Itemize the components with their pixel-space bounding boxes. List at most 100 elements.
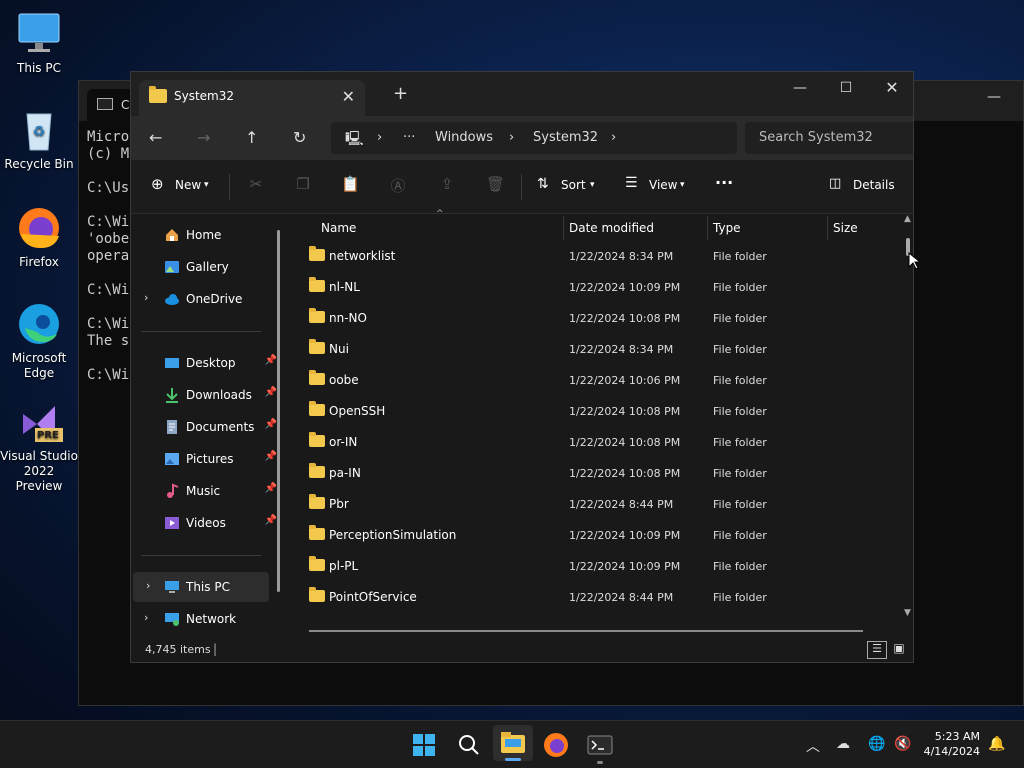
rename-icon[interactable]: Ⓐ (389, 175, 407, 195)
column-divider[interactable] (827, 216, 828, 240)
new-tab-button[interactable]: + (393, 83, 408, 104)
minimize-button[interactable]: — (777, 74, 823, 102)
horizontal-scrollbar[interactable] (309, 630, 863, 632)
sidebar-item-onedrive[interactable]: › OneDrive (131, 284, 281, 314)
table-row[interactable]: pl-PL 1/22/2024 10:09 PM File folder (291, 550, 901, 581)
explorer-tab[interactable]: System32 ✕ (139, 80, 365, 116)
details-button[interactable]: Details (853, 178, 895, 192)
sidebar-item-home[interactable]: Home (131, 220, 281, 250)
search-input[interactable]: Search System32 (745, 122, 913, 154)
start-button[interactable] (410, 731, 438, 759)
copy-icon[interactable]: ❐ (294, 175, 312, 193)
globe-icon[interactable]: 🌐 (868, 736, 885, 752)
sidebar-item-documents[interactable]: Documents 📌 (131, 412, 281, 442)
column-divider[interactable] (707, 216, 708, 240)
maximize-button[interactable]: ☐ (823, 74, 869, 102)
chevron-right-icon[interactable]: › (377, 130, 382, 145)
table-row[interactable]: OpenSSH 1/22/2024 10:08 PM File folder (291, 395, 901, 426)
chevron-right-icon[interactable]: › (144, 291, 148, 304)
column-divider[interactable] (563, 216, 564, 240)
more-options-icon[interactable]: ··· (715, 173, 733, 192)
column-type[interactable]: Type (713, 221, 741, 235)
sidebar-item-videos[interactable]: Videos 📌 (131, 508, 281, 538)
minimize-icon[interactable]: — (987, 89, 1001, 105)
details-view-icon[interactable]: ☰ (867, 641, 887, 659)
cut-icon[interactable]: ✂ (247, 175, 265, 193)
desktop-icon-recycle-bin[interactable]: ♻ Recycle Bin (0, 106, 78, 172)
forward-icon[interactable]: → (197, 128, 210, 147)
file-list[interactable]: Name ^ Date modified Type Size networkli… (291, 209, 913, 634)
pin-icon[interactable]: 📌 (265, 419, 277, 430)
table-row[interactable]: PointOfService 1/22/2024 8:44 PM File fold… (291, 581, 901, 612)
sidebar-label: Network (186, 612, 237, 626)
paste-icon[interactable]: 📋 (341, 175, 360, 193)
table-row[interactable]: pa-IN 1/22/2024 10:08 PM File folder (291, 457, 901, 488)
search-button[interactable] (455, 731, 483, 759)
refresh-icon[interactable]: ↻ (293, 128, 306, 147)
sidebar-item-gallery[interactable]: Gallery (131, 252, 281, 282)
clock[interactable]: 5:23 AM 4/14/2024 (924, 729, 980, 759)
column-date-modified[interactable]: Date modified (569, 221, 654, 235)
delete-icon[interactable]: 🗑 (486, 175, 505, 193)
scroll-up-icon[interactable]: ▲ (904, 214, 911, 224)
more-locations-icon[interactable]: ··· (403, 130, 415, 145)
table-row[interactable]: networklist 1/22/2024 8:34 PM File folder (291, 240, 901, 271)
new-button[interactable]: New (175, 178, 201, 192)
file-explorer-window[interactable]: System32 ✕ + — ☐ ✕ ← → ↑ ↻ 🖳 › ··· Windo… (130, 71, 914, 663)
sidebar-item-downloads[interactable]: Downloads 📌 (131, 380, 281, 410)
sidebar-scrollbar[interactable] (277, 230, 280, 592)
pin-icon[interactable]: 📌 (265, 451, 277, 462)
file-name: oobe (329, 373, 359, 387)
taskbar-terminal[interactable] (586, 731, 614, 764)
share-icon[interactable]: ⇪ (438, 175, 456, 193)
column-size[interactable]: Size (833, 221, 858, 235)
desktop-icon-visual-studio[interactable]: PRE Visual Studio 2022 Preview (0, 398, 78, 494)
tiles-view-icon[interactable]: ▣ (891, 641, 907, 657)
chevron-right-icon[interactable]: › (146, 579, 150, 592)
file-type: File folder (713, 405, 767, 418)
back-icon[interactable]: ← (149, 128, 162, 147)
desktop-icon-edge[interactable]: Microsoft Edge (0, 300, 78, 381)
sidebar-item-desktop[interactable]: Desktop 📌 (131, 348, 281, 378)
vertical-scrollbar[interactable]: ▲ ▼ (903, 214, 913, 624)
table-row[interactable]: nl-NL 1/22/2024 10:09 PM File folder (291, 271, 901, 302)
taskbar-firefox[interactable] (542, 731, 570, 759)
pin-icon[interactable]: 📌 (265, 483, 277, 494)
onedrive-offline-icon[interactable]: ☁ (836, 736, 850, 752)
table-row[interactable]: nn-NO 1/22/2024 10:08 PM File folder (291, 302, 901, 333)
desktop-icon-this-pc[interactable]: This PC (0, 10, 78, 76)
column-name[interactable]: Name (321, 221, 356, 235)
sidebar-item-network[interactable]: › Network (131, 604, 281, 634)
chevron-right-icon[interactable]: › (144, 611, 148, 624)
table-row[interactable]: PerceptionSimulation 1/22/2024 10:09 PM Fi… (291, 519, 901, 550)
navigation-pane[interactable]: Home Gallery › OneDrive Desktop 📌 Downlo… (131, 214, 289, 634)
view-button[interactable]: View (649, 178, 677, 192)
close-tab-icon[interactable]: ✕ (342, 87, 355, 106)
scroll-down-icon[interactable]: ▼ (904, 608, 911, 618)
sort-button[interactable]: Sort (561, 178, 586, 192)
breadcrumb-system32[interactable]: System32 (533, 130, 598, 145)
table-row[interactable]: oobe 1/22/2024 10:06 PM File folder (291, 364, 901, 395)
volume-muted-icon[interactable]: 🔇 (894, 736, 911, 752)
pin-icon[interactable]: 📌 (265, 515, 277, 526)
up-icon[interactable]: ↑ (245, 128, 258, 147)
pin-icon[interactable]: 📌 (265, 387, 277, 398)
sidebar-item-pictures[interactable]: Pictures 📌 (131, 444, 281, 474)
table-row[interactable]: Nui 1/22/2024 8:34 PM File folder (291, 333, 901, 364)
chevron-right-icon[interactable]: › (509, 130, 514, 145)
table-row[interactable]: Pbr 1/22/2024 8:44 PM File folder (291, 488, 901, 519)
file-name: nn-NO (329, 311, 367, 325)
sidebar-item-this-pc[interactable]: › This PC (133, 572, 269, 602)
table-row[interactable]: or-IN 1/22/2024 10:08 PM File folder (291, 426, 901, 457)
notification-bell-icon[interactable]: 🔔 (988, 736, 1005, 752)
taskbar-file-explorer[interactable] (493, 725, 533, 761)
explorer-titlebar[interactable]: System32 ✕ + — ☐ ✕ (131, 72, 913, 116)
pin-icon[interactable]: 📌 (265, 355, 277, 366)
breadcrumb-windows[interactable]: Windows (435, 130, 493, 145)
chevron-right-icon[interactable]: › (611, 130, 616, 145)
address-bar[interactable]: 🖳 › ··· Windows › System32 › (331, 122, 737, 154)
close-button[interactable]: ✕ (869, 74, 913, 102)
chevron-up-icon[interactable]: ︿ (806, 736, 820, 756)
desktop-icon-firefox[interactable]: Firefox (0, 204, 78, 270)
sidebar-item-music[interactable]: Music 📌 (131, 476, 281, 506)
